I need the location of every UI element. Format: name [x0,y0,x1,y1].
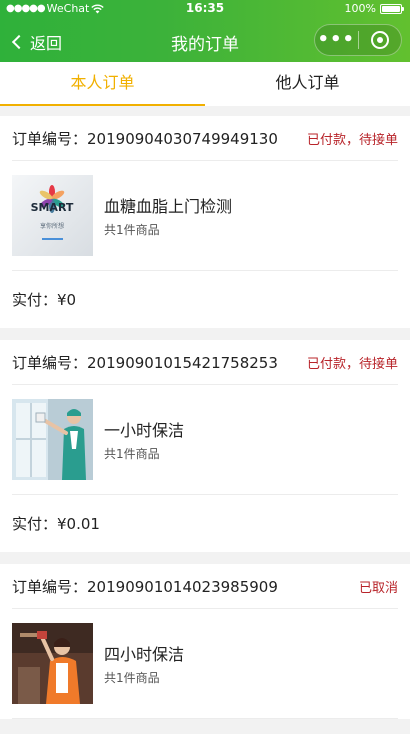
order-card[interactable]: 订单编号：20190901015421758253 已付款，待接单 一小时保洁 … [0,340,410,552]
order-number: 订单编号：20190901014023985909 [12,577,278,596]
order-status: 已付款，待接单 [306,356,398,372]
order-number: 订单编号：20190904030749949130 [12,129,278,148]
payment-amount: ¥0.01 [57,514,100,533]
item-name: 血糖血脂上门检测 [104,197,233,216]
smart-logo-image: SMART 享你所想 [12,175,93,256]
payment-label: 实付： [12,291,58,309]
item-count: 共1件商品 [104,671,160,685]
cleaning-window-photo [12,399,93,480]
cleaning-kitchen-photo [12,623,93,704]
order-payment: 实付： ¥0 [12,271,398,328]
item-count: 共1件商品 [104,447,160,461]
order-header: 订单编号：20190901014023985909 已取消 [12,564,398,609]
close-circle-icon [370,31,389,49]
order-item[interactable]: SMART 享你所想 血糖血脂上门检测 共1件商品 [12,161,398,271]
svg-text:享你所想: 享你所想 [40,222,64,230]
order-item[interactable]: 一小时保洁 共1件商品 [12,385,398,495]
more-button[interactable]: ••• [315,25,358,55]
close-button[interactable] [358,31,401,49]
payment-label: 实付： [12,515,58,533]
top-bar: ●●●●● WeChat 16:35 100% 返回 我的订单 ••• [0,0,410,62]
battery-icon [380,3,404,14]
mini-program-capsule: ••• [314,24,402,56]
tab-others-orders[interactable]: 他人订单 [205,62,410,106]
order-payment: 实付： ¥0.01 [12,495,398,552]
order-list: 订单编号：20190904030749949130 已付款，待接单 SMART … [0,116,410,731]
order-card[interactable]: 订单编号：20190901014023985909 已取消 四小时保洁 共1件商… [0,564,410,719]
order-status: 已取消 [358,580,398,596]
order-header: 订单编号：20190901015421758253 已付款，待接单 [12,340,398,385]
tab-my-orders[interactable]: 本人订单 [0,62,205,106]
item-name: 一小时保洁 [104,421,185,440]
order-card[interactable]: 订单编号：20190904030749949130 已付款，待接单 SMART … [0,116,410,328]
item-count: 共1件商品 [104,223,160,237]
nav-bar: 返回 我的订单 ••• [0,18,410,62]
payment-amount: ¥0 [57,290,77,309]
status-bar: ●●●●● WeChat 16:35 100% [0,0,410,18]
order-tabs: 本人订单 他人订单 [0,62,410,106]
order-number: 订单编号：20190901015421758253 [12,353,278,372]
svg-text:SMART: SMART [31,201,74,214]
battery-percent: 100% [344,2,376,15]
order-status: 已付款，待接单 [306,132,398,148]
order-header: 订单编号：20190904030749949130 已付款，待接单 [12,116,398,161]
item-name: 四小时保洁 [104,645,185,664]
order-item[interactable]: 四小时保洁 共1件商品 [12,609,398,719]
